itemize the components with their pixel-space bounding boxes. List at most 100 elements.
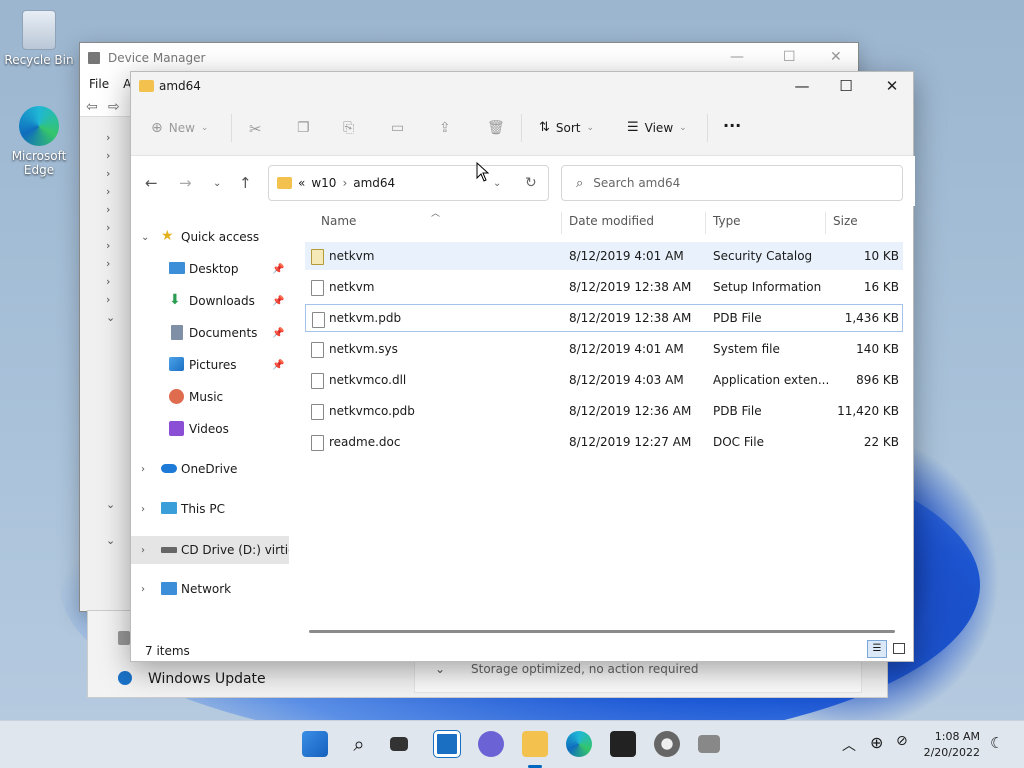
rename-icon[interactable]: ▭ [391, 120, 404, 136]
breadcrumb-overflow[interactable]: « [298, 176, 305, 190]
file-name: netkvmco.dll [329, 373, 407, 387]
column-header-size[interactable]: Size [833, 214, 858, 228]
chevron-right-icon[interactable]: › [141, 464, 145, 475]
tiles-view-icon[interactable] [893, 643, 905, 654]
column-divider[interactable] [825, 212, 826, 234]
device-manager-taskbar-icon[interactable] [698, 735, 720, 753]
explorer-titlebar[interactable]: amd64 — ☐ ✕ [131, 72, 913, 100]
column-header-date[interactable]: Date modified [569, 214, 654, 228]
notifications-moon-icon[interactable]: ☾ [990, 734, 1003, 752]
pin-icon[interactable]: 📌 [272, 328, 284, 339]
desktop-icon-edge[interactable]: Microsoft Edge [4, 106, 74, 177]
refresh-icon[interactable]: ↻ [525, 175, 537, 191]
nav-item-music[interactable]: Music [131, 384, 289, 410]
table-row[interactable]: netkvm 8/12/2019 12:38 AM Setup Informat… [305, 273, 903, 301]
task-view-icon[interactable] [390, 737, 408, 751]
column-header-name[interactable]: Name [321, 214, 356, 228]
nav-item-desktop[interactable]: Desktop 📌 [131, 256, 289, 282]
store-icon[interactable] [610, 731, 636, 757]
cut-icon[interactable]: ✂ [249, 120, 262, 138]
nav-item-pictures[interactable]: Pictures 📌 [131, 352, 289, 378]
search-box[interactable]: ⌕ Search amd64 [561, 165, 903, 201]
device-tree-lower: ⌄ ⌄ [106, 498, 116, 547]
chevron-right-icon[interactable]: › [141, 545, 145, 556]
device-manager-titlebar[interactable]: Device Manager — ☐ ✕ [80, 43, 858, 73]
close-button[interactable]: ✕ [869, 72, 915, 100]
minimize-icon[interactable]: — [730, 49, 744, 65]
address-dropdown-icon[interactable]: ⌄ [493, 178, 501, 189]
network-disconnected-icon[interactable]: ⊘ [896, 733, 908, 749]
chat-icon[interactable] [478, 731, 504, 757]
maximize-button[interactable]: ☐ [823, 72, 869, 100]
chevron-down-icon[interactable]: ⌄ [141, 232, 149, 243]
shield-icon [118, 631, 130, 645]
column-divider[interactable] [561, 212, 562, 234]
chevron-up-icon[interactable]: ︿ [842, 735, 856, 755]
pin-icon[interactable]: 📌 [272, 296, 284, 307]
breadcrumb-amd64[interactable]: amd64 [353, 176, 395, 190]
settings-gear-icon[interactable] [654, 731, 680, 757]
breadcrumb-w10[interactable]: w10 [311, 176, 336, 190]
forward-arrow-icon[interactable]: → [179, 174, 192, 192]
pin-icon[interactable]: 📌 [272, 360, 284, 371]
chevron-right-icon[interactable]: › [141, 504, 145, 515]
nav-item-this-pc[interactable]: › This PC [131, 496, 289, 522]
nav-item-quick-access[interactable]: ⌄ ★ Quick access [131, 224, 289, 250]
column-divider[interactable] [705, 212, 706, 234]
recent-locations-chevron-icon[interactable]: ⌄ [213, 178, 221, 189]
view-button[interactable]: ☰ View ⌄ [627, 120, 687, 135]
nav-item-videos[interactable]: Videos [131, 416, 289, 442]
see-more-icon[interactable]: ··· [723, 116, 741, 135]
system-clock[interactable]: 1:08 AM 2/20/2022 [924, 729, 980, 761]
file-size: 11,420 KB [837, 404, 899, 418]
column-header-type[interactable]: Type [713, 214, 741, 228]
back-arrow-icon[interactable]: ← [145, 174, 158, 192]
up-arrow-icon[interactable]: ↑ [239, 174, 252, 192]
device-manager-title: Device Manager [108, 51, 206, 65]
nav-item-cd-drive[interactable]: › CD Drive (D:) virtio-w [131, 536, 289, 564]
maximize-icon[interactable]: ☐ [783, 49, 796, 65]
start-windows-icon[interactable] [302, 731, 328, 757]
search-icon[interactable]: ⌕ [346, 731, 372, 757]
address-bar[interactable]: « w10 › amd64 ⌄ ↻ [268, 165, 549, 201]
nav-item-onedrive[interactable]: › OneDrive [131, 456, 289, 482]
desktop-icon-recycle-bin[interactable]: Recycle Bin [4, 10, 74, 67]
back-arrow-icon[interactable]: ⇦ [86, 99, 98, 115]
delete-icon[interactable]: 🗑 [487, 120, 505, 136]
chevron-down-icon[interactable]: ⌄ [435, 662, 445, 676]
chevron-right-icon[interactable]: › [141, 584, 145, 595]
file-explorer-window[interactable]: amd64 — ☐ ✕ ⊕ New ⌄ ✂ ❐ ⎘ ▭ ⇪ 🗑 ⇅ Sort ⌄… [130, 71, 915, 662]
breadcrumb-separator-icon: › [342, 176, 348, 190]
widgets-icon[interactable] [433, 730, 461, 758]
table-row[interactable]: netkvmco.pdb 8/12/2019 12:36 AM PDB File… [305, 397, 903, 425]
table-row[interactable]: netkvm 8/12/2019 4:01 AM Security Catalo… [305, 242, 903, 270]
copy-icon[interactable]: ❐ [297, 120, 310, 136]
desktop-folder-icon [169, 262, 185, 274]
sort-ascending-icon: ︿ [431, 209, 441, 219]
chevron-down-icon: ⌄ [586, 122, 595, 133]
windows-update-label[interactable]: Windows Update [148, 671, 266, 687]
globe-icon[interactable]: ⊕ [870, 733, 883, 752]
table-row[interactable]: netkvm.pdb 8/12/2019 12:38 AM PDB File 1… [305, 304, 903, 332]
minimize-button[interactable]: — [779, 72, 825, 100]
details-view-icon[interactable]: ☰ [867, 640, 887, 658]
table-row[interactable]: netkvmco.dll 8/12/2019 4:03 AM Applicati… [305, 366, 903, 394]
sort-button[interactable]: ⇅ Sort ⌄ [539, 120, 594, 135]
paste-icon[interactable]: ⎘ [343, 120, 354, 136]
table-row[interactable]: readme.doc 8/12/2019 12:27 AM DOC File 2… [305, 428, 903, 456]
file-explorer-icon[interactable] [522, 731, 548, 757]
table-row[interactable]: netkvm.sys 8/12/2019 4:01 AM System file… [305, 335, 903, 363]
nav-item-downloads[interactable]: ⬇ Downloads 📌 [131, 288, 289, 314]
share-icon[interactable]: ⇪ [439, 120, 451, 136]
file-date: 8/12/2019 12:38 AM [569, 280, 692, 294]
menu-file[interactable]: File [89, 77, 109, 91]
forward-arrow-icon[interactable]: ⇨ [108, 99, 120, 115]
pin-icon[interactable]: 📌 [272, 264, 284, 275]
nav-item-documents[interactable]: Documents 📌 [131, 320, 289, 346]
new-button[interactable]: ⊕ New ⌄ [151, 120, 208, 136]
folder-icon [139, 80, 154, 92]
edge-icon[interactable] [566, 731, 592, 757]
nav-item-network[interactable]: › Network [131, 576, 289, 602]
close-icon[interactable]: ✕ [830, 49, 842, 65]
horizontal-scrollbar[interactable] [309, 630, 895, 633]
